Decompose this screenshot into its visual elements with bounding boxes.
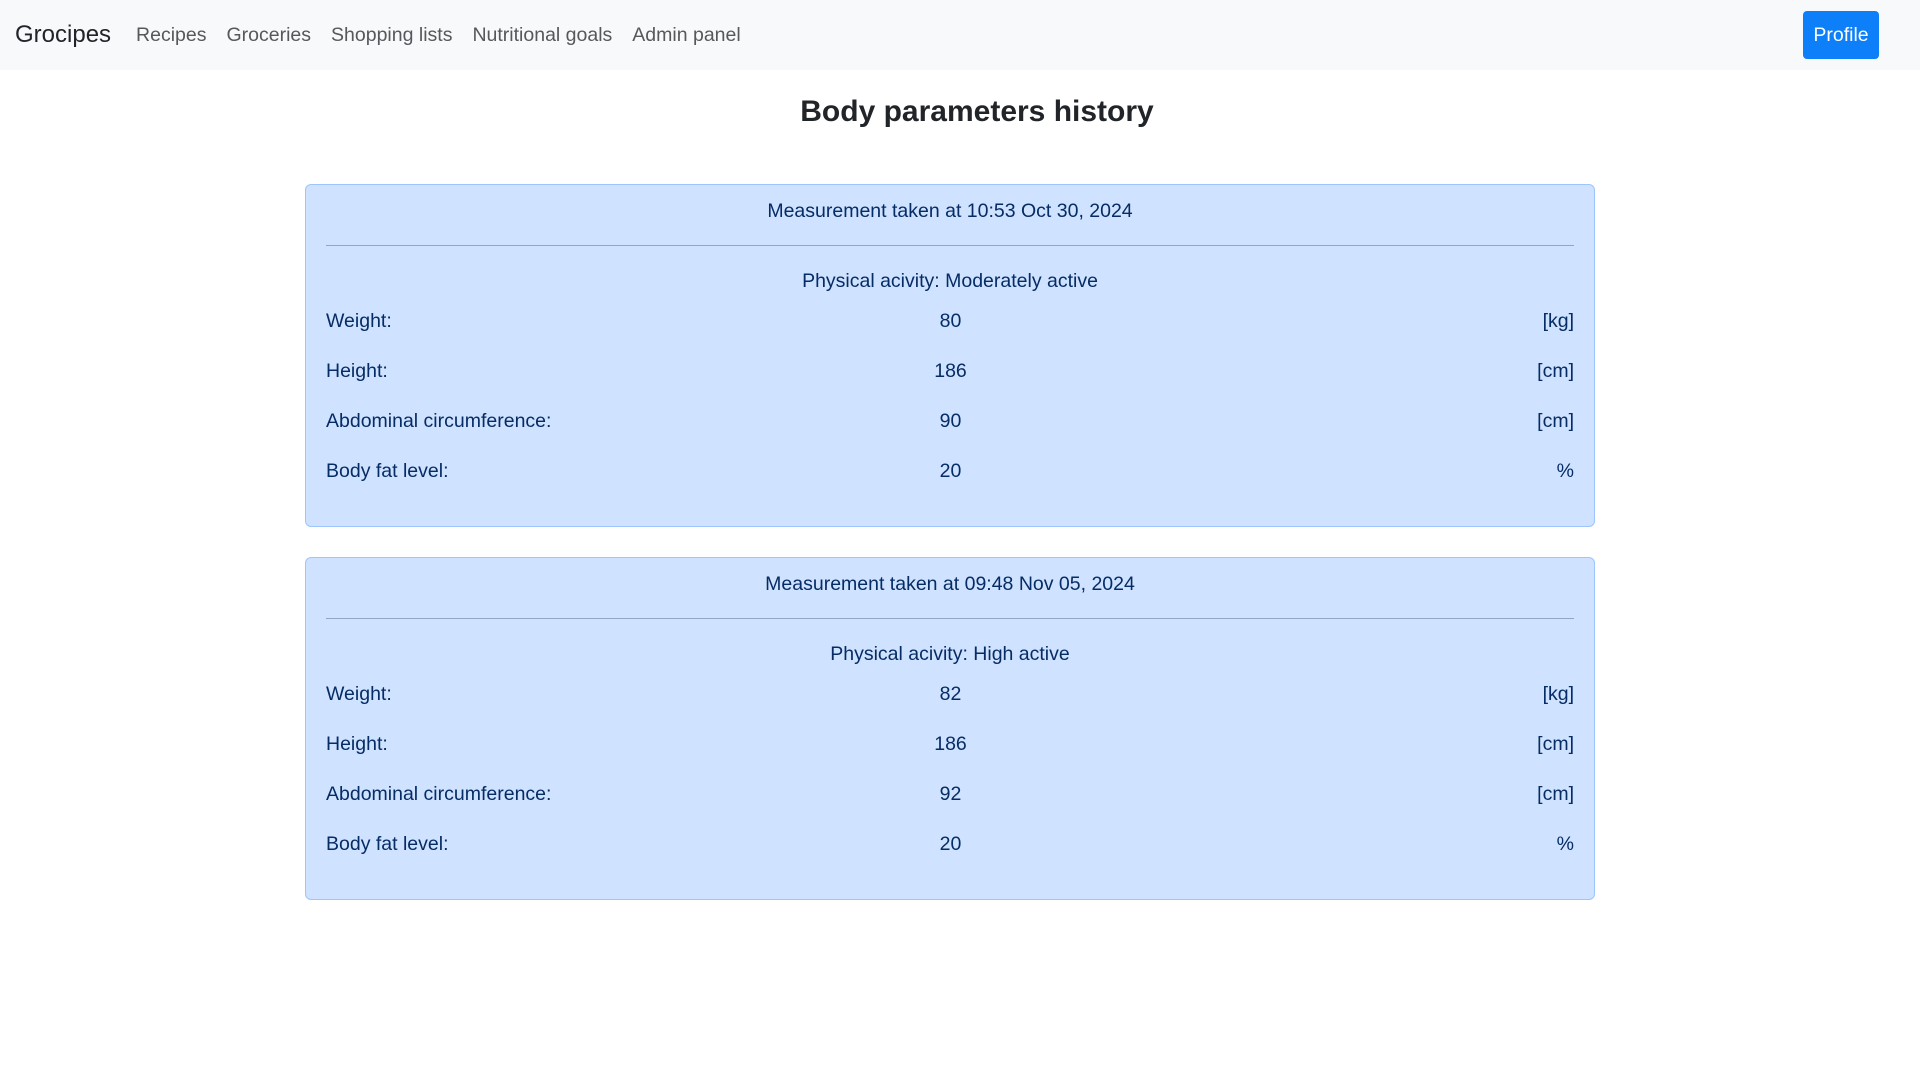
row-value: 92 [939, 783, 962, 805]
measurement-row-height: Height: 186 [cm] [326, 719, 1574, 769]
row-value: 20 [939, 833, 962, 855]
measurement-card: Measurement taken at 09:48 Nov 05, 2024 … [305, 557, 1595, 900]
row-value: 82 [939, 683, 962, 705]
row-value: 186 [934, 733, 967, 755]
measurement-row-body-fat: Body fat level: 20 % [326, 446, 1574, 496]
measurement-header: Measurement taken at 09:48 Nov 05, 2024 [326, 558, 1574, 619]
nav-link-groceries[interactable]: Groceries [217, 24, 322, 47]
row-value: 186 [934, 360, 967, 382]
row-value: 90 [939, 410, 962, 432]
physical-activity: Physical acivity: High active [830, 643, 1070, 665]
measurement-row-abdominal: Abdominal circumference: 90 [cm] [326, 396, 1574, 446]
page-title: Body parameters history [800, 95, 1154, 128]
row-unit: % [1556, 460, 1574, 482]
row-unit: [cm] [1537, 410, 1574, 432]
physical-activity: Physical acivity: Moderately active [802, 270, 1098, 292]
measurement-row-weight: Weight: 82 [kg] [326, 669, 1574, 719]
navbar: Grocipes Recipes Groceries Shopping list… [0, 0, 1920, 70]
measurement-row-weight: Weight: 80 [kg] [326, 296, 1574, 346]
measurement-row-body-fat: Body fat level: 20 % [326, 819, 1574, 869]
measurement-card: Measurement taken at 10:53 Oct 30, 2024 … [305, 184, 1595, 527]
brand-link[interactable]: Grocipes [15, 21, 111, 49]
nav-links: Recipes Groceries Shopping lists Nutriti… [126, 24, 751, 47]
measurement-header: Measurement taken at 10:53 Oct 30, 2024 [326, 185, 1574, 246]
measurement-row-abdominal: Abdominal circumference: 92 [cm] [326, 769, 1574, 819]
row-unit: [cm] [1537, 733, 1574, 755]
profile-button[interactable]: Profile [1803, 11, 1879, 59]
row-unit: [cm] [1537, 783, 1574, 805]
row-value: 20 [939, 460, 962, 482]
row-value: 80 [939, 310, 962, 332]
row-unit: [cm] [1537, 360, 1574, 382]
nav-link-shopping-lists[interactable]: Shopping lists [321, 24, 462, 47]
row-unit: [kg] [1542, 683, 1574, 705]
row-unit: % [1556, 833, 1574, 855]
row-unit: [kg] [1542, 310, 1574, 332]
nav-link-recipes[interactable]: Recipes [126, 24, 216, 47]
nav-link-admin-panel[interactable]: Admin panel [622, 24, 750, 47]
measurement-row-height: Height: 186 [cm] [326, 346, 1574, 396]
nav-link-nutritional-goals[interactable]: Nutritional goals [462, 24, 622, 47]
